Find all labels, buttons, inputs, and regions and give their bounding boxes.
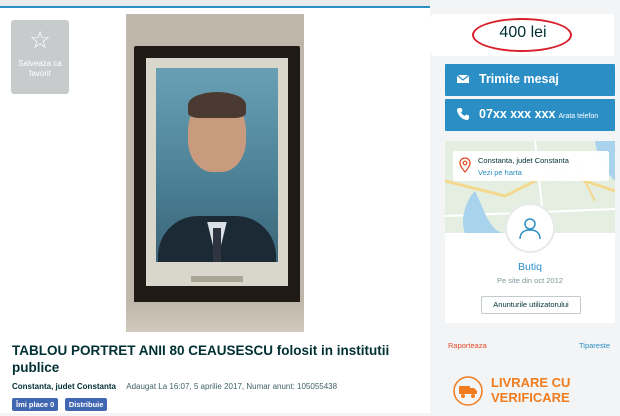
share-button[interactable]: Distribuie (64, 398, 108, 411)
print-link[interactable]: Tipareste (579, 341, 610, 350)
seller-location: Constanta, judet Constanta (478, 156, 569, 165)
portrait-image (156, 68, 278, 262)
avatar[interactable] (505, 203, 555, 253)
send-message-button[interactable]: Trimite mesaj (445, 64, 615, 96)
photo-frame (134, 46, 300, 304)
listing-photo[interactable] (126, 14, 304, 332)
portrait-nameplate (191, 276, 243, 282)
report-link[interactable]: Raporteaza (448, 341, 487, 350)
price-value: 400 lei (499, 24, 547, 41)
delivery-truck-icon (453, 376, 483, 406)
send-message-label: Trimite mesaj (479, 72, 559, 86)
location-bubble: Constanta, judet Constanta Vezi pe harta (453, 151, 609, 181)
social-buttons: Îmi place 0 Distribuie (12, 398, 108, 411)
map-pin-icon (459, 157, 471, 173)
save-favorite-button[interactable]: ☆ Salveaza ca favorit (11, 20, 69, 94)
user-icon (519, 218, 541, 240)
seller-member-since: Pe site din oct 2012 (497, 276, 563, 285)
listing-location: Constanta, judet Constanta (12, 382, 117, 391)
save-favorite-label: Salveaza ca favorit (18, 59, 62, 78)
view-on-map-link[interactable]: Vezi pe harta (478, 168, 522, 177)
delivery-line-1: LIVRARE CU (491, 375, 571, 390)
price-box: 400 lei (424, 14, 614, 56)
top-divider (0, 0, 430, 8)
delivery-badge[interactable]: LIVRARE CU VERIFICARE (449, 372, 615, 412)
phone-icon (457, 108, 469, 120)
listing-content: ☆ Salveaza ca favorit TABLOU PORTRET ANI… (0, 0, 430, 413)
phone-number: 07xx xxx xxx (479, 107, 556, 121)
seller-name[interactable]: Butiq (445, 261, 615, 273)
user-ads-button[interactable]: Anunturile utilizatorului (481, 296, 581, 314)
seller-card: Constanta, judet Constanta Vezi pe harta… (445, 141, 615, 323)
delivery-text: LIVRARE CU VERIFICARE (491, 375, 570, 405)
envelope-icon (456, 74, 470, 83)
show-phone-label: Arata telefon (558, 113, 599, 120)
star-icon: ☆ (29, 27, 51, 54)
listing-added-info: Adaugat La 16:07, 5 aprilie 2017, Numar … (126, 382, 338, 391)
show-phone-button[interactable]: 07xx xxx xxx Arata telefon (445, 99, 615, 131)
delivery-line-2: VERIFICARE (491, 390, 570, 405)
listing-title: TABLOU PORTRET ANII 80 CEAUSESCU folosit… (12, 343, 390, 375)
listing-meta: Constanta, judet Constanta Adaugat La 16… (12, 382, 422, 394)
like-button[interactable]: Îmi place 0 (12, 398, 59, 411)
